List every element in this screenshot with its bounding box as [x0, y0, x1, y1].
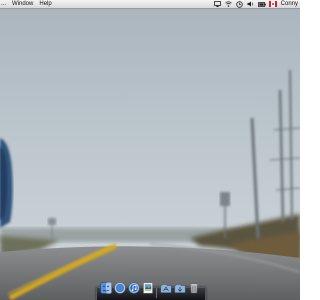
dock [96, 282, 206, 300]
menu-item-window[interactable]: Window [9, 0, 36, 8]
volume-icon[interactable] [247, 0, 255, 8]
dock-separator [156, 288, 157, 298]
battery-icon[interactable] [257, 0, 266, 8]
applications-folder-icon[interactable] [160, 282, 172, 294]
desktop-wallpaper [0, 0, 300, 300]
downloads-folder-icon[interactable] [174, 282, 186, 294]
desktop: ... Window Help Conny [0, 0, 300, 300]
menu-item-overflow[interactable]: ... [0, 0, 9, 8]
menu-bar: ... Window Help Conny [0, 0, 300, 9]
time-machine-icon[interactable] [236, 0, 244, 8]
flag-icon[interactable] [268, 0, 277, 8]
wifi-icon[interactable] [225, 0, 233, 8]
trash-icon[interactable] [188, 282, 200, 294]
screen-mirroring-icon[interactable] [214, 0, 222, 8]
itunes-icon[interactable] [128, 282, 140, 294]
preview-icon[interactable] [142, 282, 154, 294]
finder-icon[interactable] [100, 282, 112, 294]
menu-extra-text[interactable]: Conny [280, 0, 300, 8]
safari-icon[interactable] [114, 282, 126, 294]
menu-item-help[interactable]: Help [36, 0, 54, 8]
